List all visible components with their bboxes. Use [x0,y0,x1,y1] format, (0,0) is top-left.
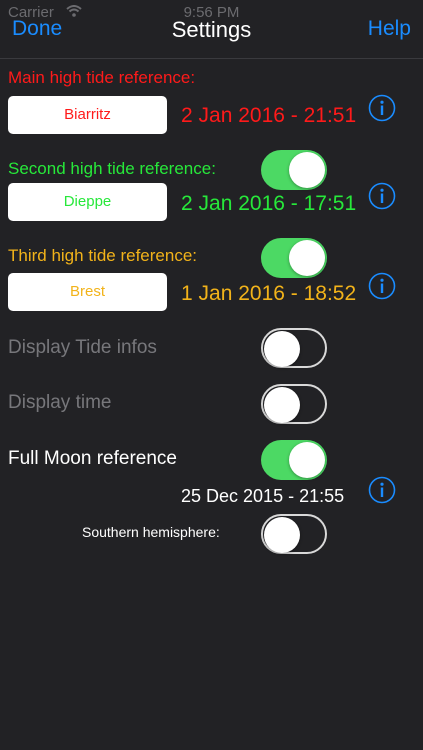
info-icon[interactable] [368,182,396,210]
info-icon[interactable] [368,476,396,504]
toggle-knob [289,152,325,188]
full-moon-label: Full Moon reference [8,448,177,469]
second-reference-datetime: 2 Jan 2016 - 17:51 [181,192,357,215]
southern-hemisphere-label: Southern hemisphere: [82,524,220,540]
second-reference-label: Second high tide reference: [8,159,216,178]
main-reference-datetime: 2 Jan 2016 - 21:51 [181,104,357,127]
display-time-label: Display time [8,392,112,413]
display-tide-infos-label: Display Tide infos [8,337,157,358]
info-icon[interactable] [368,94,396,122]
second-station-button[interactable]: Dieppe [8,183,167,221]
third-reference-datetime: 1 Jan 2016 - 18:52 [181,282,357,305]
display-time-toggle[interactable] [261,384,327,424]
third-reference-label: Third high tide reference: [8,246,197,265]
display-tide-infos-toggle[interactable] [261,328,327,368]
info-icon[interactable] [368,272,396,300]
full-moon-toggle[interactable] [261,440,327,480]
toggle-knob [264,387,300,423]
full-moon-datetime: 25 Dec 2015 - 21:55 [181,486,345,506]
toggle-knob [264,331,300,367]
toggle-knob [289,442,325,478]
page-title: Settings [171,17,252,42]
southern-hemisphere-toggle[interactable] [261,514,327,554]
help-button[interactable]: Help [368,17,411,41]
toggle-knob [289,240,325,276]
navigation-bar: Settings Done Help [0,0,423,59]
third-reference-toggle[interactable] [261,238,327,278]
toggle-knob [264,517,300,553]
third-station-button[interactable]: Brest [8,273,167,311]
main-station-button[interactable]: Biarritz [8,96,167,134]
second-reference-toggle[interactable] [261,150,327,190]
done-button[interactable]: Done [12,17,62,41]
main-reference-label: Main high tide reference: [8,68,196,87]
